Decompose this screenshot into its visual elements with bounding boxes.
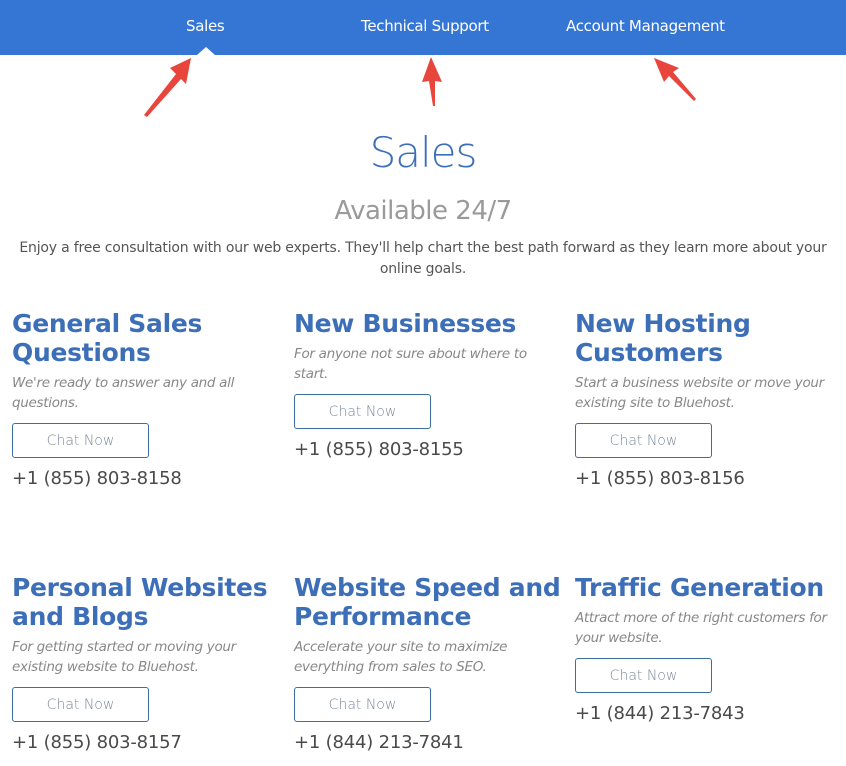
phone-number[interactable]: +1 (855) 803-8155 bbox=[294, 439, 564, 460]
tab-technical-support[interactable]: Technical Support bbox=[361, 17, 489, 35]
arrow-to-technical-support bbox=[422, 57, 442, 106]
card-website-speed: Website Speed and Performance Accelerate… bbox=[294, 573, 564, 753]
page-description: Enjoy a free consultation with our web e… bbox=[19, 240, 827, 277]
card-title: Website Speed and Performance bbox=[294, 573, 561, 631]
card-new-businesses: New Businesses For anyone not sure about… bbox=[294, 309, 564, 460]
card-personal-websites: Personal Websites and Blogs For getting … bbox=[12, 573, 282, 753]
chat-now-button[interactable]: Chat Now bbox=[294, 394, 431, 429]
card-title: New Businesses bbox=[294, 309, 517, 338]
phone-number[interactable]: +1 (855) 803-8158 bbox=[12, 468, 282, 489]
chat-now-button[interactable]: Chat Now bbox=[575, 423, 712, 458]
phone-number[interactable]: +1 (844) 213-7841 bbox=[294, 732, 564, 753]
arrow-to-account-management bbox=[654, 58, 696, 101]
chat-now-button[interactable]: Chat Now bbox=[294, 687, 431, 722]
card-traffic-generation: Traffic Generation Attract more of the r… bbox=[575, 573, 845, 724]
card-general-sales: General Sales Questions We're ready to a… bbox=[12, 309, 282, 489]
card-description: Accelerate your site to maximize everyth… bbox=[294, 639, 508, 675]
arrow-to-sales bbox=[144, 58, 191, 117]
page-title: Sales bbox=[369, 128, 478, 177]
page-subtitle: Available 24/7 bbox=[334, 196, 512, 226]
card-description: For anyone not sure about where to start… bbox=[294, 346, 527, 382]
active-tab-indicator bbox=[197, 47, 215, 55]
top-navigation: Sales Technical Support Account Manageme… bbox=[0, 0, 846, 55]
card-new-hosting-customers: New Hosting Customers Start a business w… bbox=[575, 309, 845, 489]
card-description: Attract more of the right customers for … bbox=[575, 610, 827, 646]
phone-number[interactable]: +1 (855) 803-8157 bbox=[12, 732, 282, 753]
card-title: Personal Websites and Blogs bbox=[12, 573, 268, 631]
tab-account-management[interactable]: Account Management bbox=[566, 17, 725, 35]
tab-sales[interactable]: Sales bbox=[186, 17, 225, 35]
phone-number[interactable]: +1 (855) 803-8156 bbox=[575, 468, 845, 489]
phone-number[interactable]: +1 (844) 213-7843 bbox=[575, 703, 845, 724]
card-description: Start a business website or move your ex… bbox=[575, 375, 824, 411]
card-description: We're ready to answer any and all questi… bbox=[12, 375, 235, 411]
card-title: Traffic Generation bbox=[575, 573, 824, 602]
card-title: General Sales Questions bbox=[12, 309, 203, 367]
chat-now-button[interactable]: Chat Now bbox=[12, 687, 149, 722]
card-title: New Hosting Customers bbox=[575, 309, 751, 367]
card-description: For getting started or moving your exist… bbox=[12, 639, 236, 675]
chat-now-button[interactable]: Chat Now bbox=[575, 658, 712, 693]
chat-now-button[interactable]: Chat Now bbox=[12, 423, 149, 458]
